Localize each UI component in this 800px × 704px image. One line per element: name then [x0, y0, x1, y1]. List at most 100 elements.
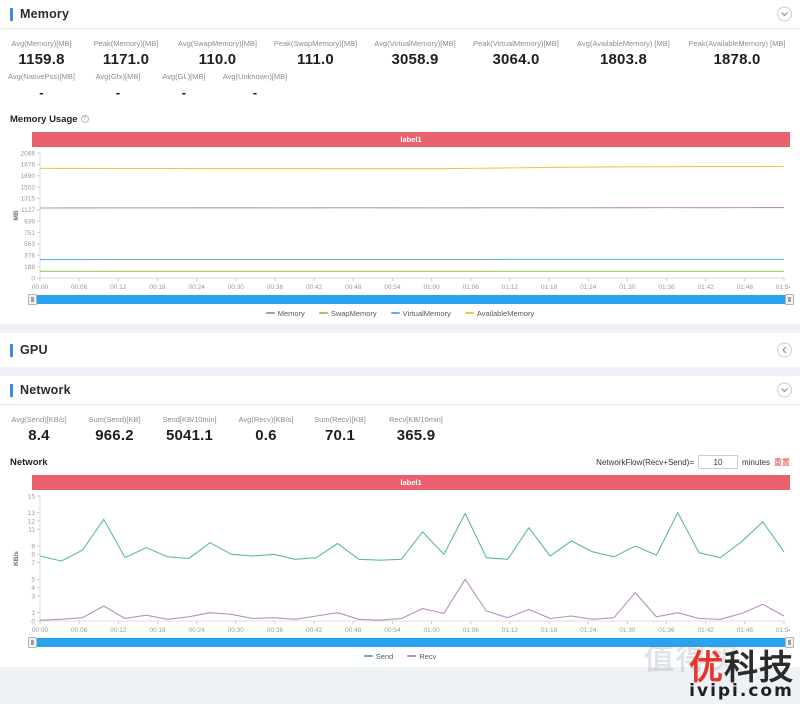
svg-text:00:42: 00:42 [306, 627, 323, 634]
svg-text:1127: 1127 [21, 207, 35, 214]
metric-label: Avg(Unknown)[MB] [222, 72, 288, 81]
performance-report-page: Memory Avg(Memory)[MB] 1159.8 Peak(Memory)… [0, 0, 800, 704]
memory-chart-header: Memory Usage ? [10, 110, 790, 128]
svg-text:01:18: 01:18 [541, 284, 558, 291]
metric-item: Peak(AvailableMemory) [MB] 1878.0 [680, 38, 794, 71]
metric-value: - [39, 85, 44, 100]
svg-text:01:48: 01:48 [737, 627, 754, 634]
metric-label: Peak(Memory)[MB] [93, 39, 159, 48]
svg-text:01:36: 01:36 [658, 627, 675, 634]
network-flow-unit: minutes [741, 457, 770, 467]
svg-text:00:12: 00:12 [110, 627, 127, 634]
network-chart-title: Network [10, 456, 48, 468]
metric-item: Avg(Unknown)[MB] - [215, 71, 295, 104]
metric-label: Avg(AvailableMemory) [MB] [577, 39, 670, 48]
legend-label: AvailableMemory [476, 308, 535, 318]
metric-value: 8.4 [28, 427, 50, 444]
metric-value: 1171.0 [102, 51, 150, 68]
network-collapse-button[interactable] [777, 382, 792, 398]
legend-swatch [464, 312, 474, 314]
svg-text:1502: 1502 [21, 184, 36, 191]
metric-label: Send[KB/10min] [162, 415, 217, 424]
metric-label: Avg(Gfx)[MB] [95, 72, 141, 81]
svg-text:01:54: 01:54 [776, 627, 790, 634]
metric-item: Peak(Memory)[MB] 1171.0 [83, 38, 169, 71]
network-flow-input[interactable] [697, 455, 738, 469]
memory-metrics-row-1: Avg(Memory)[MB] 1159.8 Peak(Memory)[MB] 117… [0, 38, 800, 71]
svg-text:1878: 1878 [21, 162, 36, 169]
legend-swatch [407, 655, 417, 657]
svg-text:5: 5 [31, 577, 35, 584]
metric-label: Avg(Send)[KB/s] [11, 415, 67, 424]
svg-text:7: 7 [31, 560, 35, 567]
slider-handle-left[interactable] [28, 294, 37, 305]
svg-text:01:48: 01:48 [737, 284, 754, 291]
legend-item[interactable]: Send [363, 652, 393, 661]
legend-item[interactable]: VirtualMemory [390, 309, 451, 318]
metric-value: 1159.8 [18, 51, 65, 68]
info-icon[interactable]: ? [80, 115, 89, 123]
legend-item[interactable]: SwapMemory [318, 309, 377, 318]
network-section-title: Network [20, 383, 71, 397]
memory-chart-label-banner: label1 [32, 132, 790, 147]
svg-text:01:30: 01:30 [619, 284, 636, 291]
metric-value: 0.6 [255, 427, 277, 444]
network-metrics: Avg(Send)[KB/s] 8.4 Sum(Send)[KB] 966.2 Send… [0, 405, 800, 453]
metric-item: Avg(VirtualMemory)[MB] 3058.9 [365, 38, 465, 71]
legend-item[interactable]: Recv [407, 652, 436, 661]
metric-item: Recv[KB/10min] 365.9 [376, 414, 456, 447]
memory-collapse-button[interactable] [777, 6, 792, 22]
metric-label: Avg(GL)[MB] [162, 72, 206, 81]
svg-text:0: 0 [31, 618, 35, 625]
legend-item[interactable]: AvailableMemory [464, 308, 535, 318]
slider-handle-right[interactable] [785, 294, 794, 305]
reset-link[interactable]: 重置 [774, 457, 790, 468]
slider-handle-left[interactable] [28, 637, 37, 648]
svg-text:00:30: 00:30 [228, 284, 245, 291]
svg-text:11: 11 [28, 527, 35, 534]
svg-text:01:00: 01:00 [423, 284, 440, 291]
gpu-section: GPU [0, 333, 800, 367]
svg-text:751: 751 [24, 230, 35, 237]
metric-value: 3058.9 [391, 51, 439, 68]
network-chart-range-slider[interactable] [28, 637, 794, 648]
svg-text:1690: 1690 [21, 173, 36, 180]
svg-text:00:24: 00:24 [188, 284, 205, 291]
svg-text:2066: 2066 [21, 150, 36, 157]
metric-label: Sum(Recv)[KB] [314, 415, 366, 424]
legend-swatch [363, 655, 373, 657]
svg-text:00:36: 00:36 [267, 627, 284, 634]
metric-item: Avg(NativePss)[MB] - [0, 71, 83, 104]
network-metrics-row-1: Avg(Send)[KB/s] 8.4 Sum(Send)[KB] 966.2 Send… [0, 414, 800, 447]
gpu-collapse-button[interactable] [777, 342, 792, 358]
svg-text:00:48: 00:48 [345, 284, 362, 291]
svg-text:00:00: 00:00 [32, 627, 49, 634]
memory-usage-chart-block: Memory Usage ? label1 0 188 376 563 751 939 11… [0, 110, 800, 324]
metric-value: 110.0 [198, 51, 237, 68]
network-flow-label: NetworkFlow(Recv+Send)= [596, 457, 694, 467]
network-chart-header: Network NetworkFlow(Recv+Send)= minutes … [10, 453, 790, 471]
svg-text:4: 4 [31, 585, 35, 592]
gpu-section-header: GPU [0, 333, 800, 367]
svg-text:01:36: 01:36 [658, 284, 675, 291]
metric-label: Avg(SwapMemory)[MB] [177, 39, 258, 48]
svg-text:00:06: 00:06 [71, 627, 88, 634]
legend-swatch [318, 312, 328, 314]
svg-text:00:30: 00:30 [228, 627, 245, 634]
network-section: Network Avg(Send)[KB/s] 8.4 Sum(Send)[KB] 9… [0, 376, 800, 667]
slider-handle-right[interactable] [785, 637, 794, 648]
metric-item: Send[KB/10min] 5041.1 [151, 414, 228, 447]
svg-text:00:54: 00:54 [384, 284, 401, 291]
svg-text:00:18: 00:18 [149, 284, 166, 291]
network-chart-title-wrap: Network [10, 457, 47, 468]
metric-value: 1878.0 [713, 51, 761, 68]
section-gap-1 [0, 324, 800, 333]
memory-chart-title: Memory Usage [10, 113, 78, 125]
svg-text:188: 188 [24, 264, 35, 271]
legend-item[interactable]: Memory [265, 309, 305, 318]
memory-chart-range-slider[interactable] [28, 294, 794, 305]
metric-item: Sum(Recv)[KB] 70.1 [304, 414, 376, 447]
svg-text:939: 939 [24, 218, 35, 225]
svg-text:KB/s: KB/s [13, 551, 20, 566]
section-gap-2 [0, 367, 800, 376]
